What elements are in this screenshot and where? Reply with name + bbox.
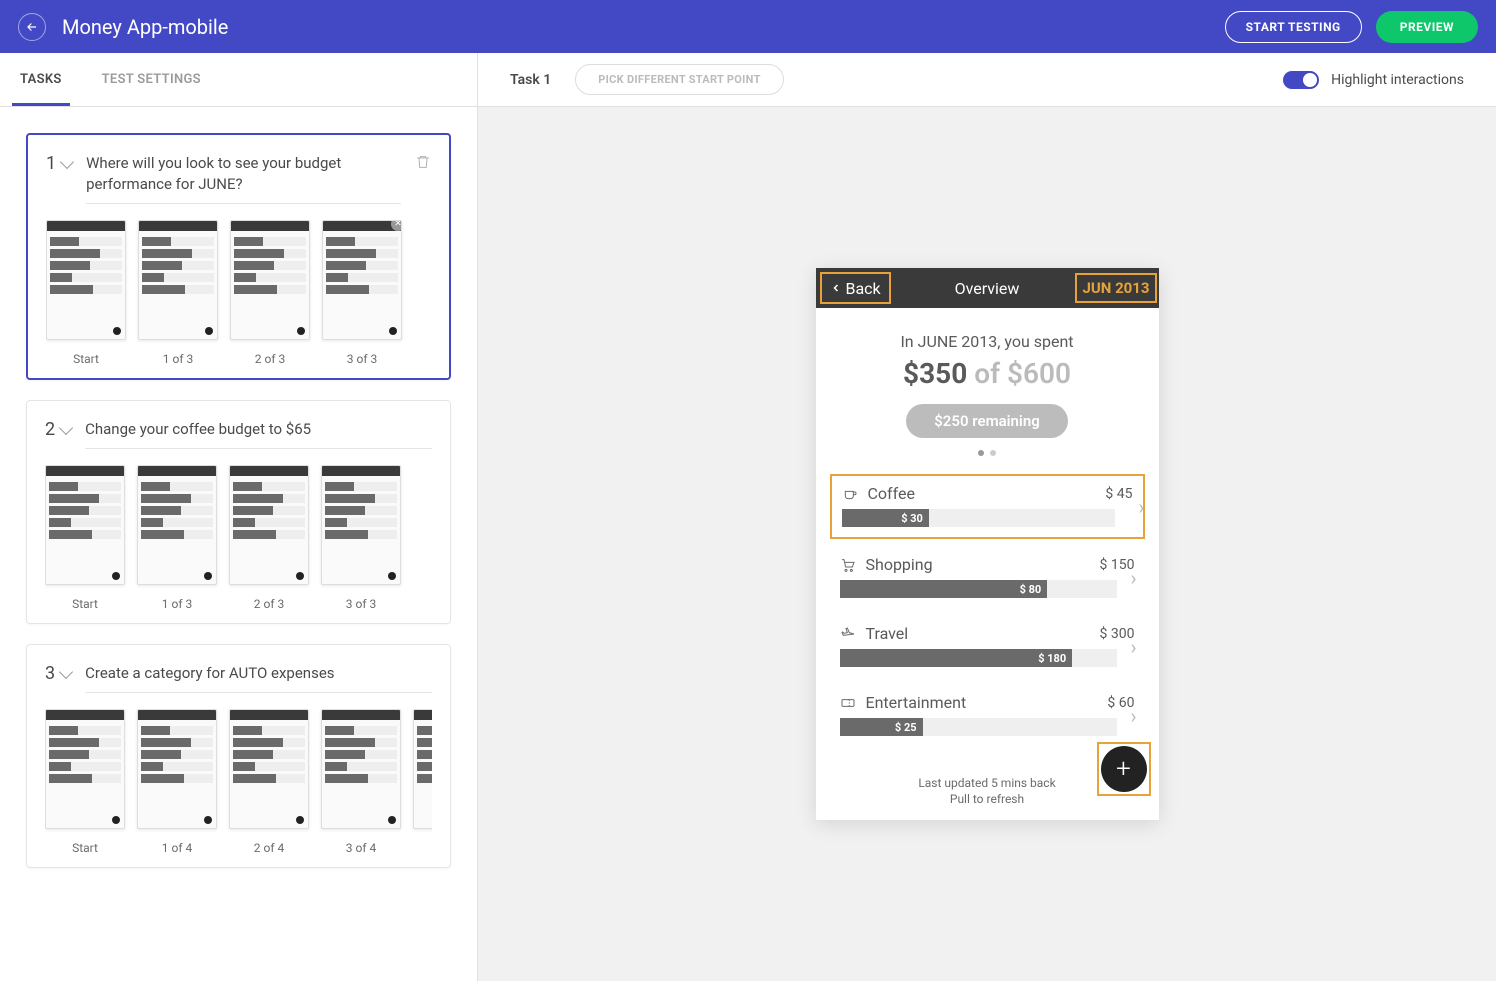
chevron-down-icon <box>59 664 73 678</box>
category-budget: $ 45 <box>1105 486 1132 502</box>
cart-icon <box>840 557 856 573</box>
chevron-down-icon <box>59 420 73 434</box>
task-card[interactable]: 1 Where will you look to see your budget… <box>26 133 451 380</box>
screen-thumbnail[interactable]: 1 of 4 <box>137 709 217 855</box>
task-number[interactable]: 2 <box>45 419 71 440</box>
screen-thumbnail[interactable]: 1 of 3 <box>138 220 218 366</box>
category-budget: $ 150 <box>1100 557 1135 573</box>
thumbnail-label: 2 of 3 <box>230 352 310 366</box>
remaining-badge: $250 remaining <box>906 404 1068 438</box>
ticket-icon <box>840 695 856 711</box>
chevron-right-icon[interactable]: › <box>1138 495 1144 519</box>
amount-spent: $350 <box>903 357 967 390</box>
plane-icon <box>840 626 856 642</box>
screen-thumbnail[interactable]: 4 of <box>413 709 432 855</box>
screen-thumbnail[interactable]: Start <box>45 465 125 611</box>
task-number[interactable]: 3 <box>45 663 71 684</box>
screen-thumbnail[interactable]: 2 of 3 <box>230 220 310 366</box>
thumbnail-label: 4 of <box>413 841 432 855</box>
progress-bar: $ 30 <box>842 509 1115 527</box>
screen-thumbnail[interactable]: 2 of 3 <box>229 465 309 611</box>
task-card[interactable]: 2 Change your coffee budget to $65 Start 1… <box>26 400 451 624</box>
category-name: Entertainment <box>866 693 1098 712</box>
screen-thumbnail[interactable]: 1 of 3 <box>137 465 217 611</box>
phone-date-button[interactable]: JUN 2013 <box>1075 273 1156 303</box>
highlight-toggle[interactable] <box>1283 71 1319 89</box>
thumbnail-label: 3 of 3 <box>322 352 402 366</box>
phone-back-label: Back <box>846 279 881 298</box>
amount-of: of <box>967 357 1007 390</box>
highlight-label: Highlight interactions <box>1331 72 1464 88</box>
thumbnail-label: 1 of 3 <box>137 597 217 611</box>
category-row[interactable]: Travel $ 300 $ 180 › <box>830 616 1145 677</box>
current-task-label: Task 1 <box>510 72 551 88</box>
screen-thumbnail[interactable]: ✕ 3 of 3 <box>322 220 402 366</box>
cup-icon <box>842 486 858 502</box>
tab-test-settings[interactable]: TEST SETTINGS <box>102 53 201 106</box>
plus-icon: + <box>1101 746 1147 792</box>
task-question: Create a category for AUTO expenses <box>85 663 432 693</box>
preview-area: Back Overview JUN 2013 In JUNE 2013, you… <box>478 107 1496 981</box>
chevron-right-icon[interactable]: › <box>1130 566 1136 590</box>
phone-title: Overview <box>955 279 1020 298</box>
delete-icon[interactable] <box>415 153 431 175</box>
thumbnail-label: Start <box>45 841 125 855</box>
close-icon[interactable]: ✕ <box>391 220 402 231</box>
add-button[interactable]: + <box>1097 742 1151 796</box>
tab-tasks[interactable]: TASKS <box>20 53 62 106</box>
progress-bar: $ 80 <box>840 580 1117 598</box>
category-name: Travel <box>866 624 1090 643</box>
screen-thumbnail[interactable]: Start <box>45 709 125 855</box>
amount-line: $350 of $600 <box>830 357 1145 390</box>
task-question: Change your coffee budget to $65 <box>85 419 432 449</box>
pick-start-point-button[interactable]: PICK DIFFERENT START POINT <box>575 64 783 95</box>
amount-budget: $600 <box>1007 357 1071 390</box>
chevron-right-icon[interactable]: › <box>1130 635 1136 659</box>
thumbnail-label: 1 of 4 <box>137 841 217 855</box>
phone-back-button[interactable]: Back <box>820 272 891 304</box>
thumbnail-label: 2 of 3 <box>229 597 309 611</box>
back-button[interactable] <box>18 13 46 41</box>
spent-summary-line: In JUNE 2013, you spent <box>830 332 1145 351</box>
task-number[interactable]: 1 <box>46 153 72 174</box>
thumbnail-label: Start <box>46 352 126 366</box>
category-row[interactable]: Entertainment$ 60$ 25› <box>830 685 1145 746</box>
chevron-down-icon <box>60 154 74 168</box>
screen-thumbnail[interactable]: 3 of 3 <box>321 465 401 611</box>
thumbnail-label: 2 of 4 <box>229 841 309 855</box>
start-testing-button[interactable]: START TESTING <box>1225 11 1362 43</box>
category-row[interactable]: Shopping $ 150 $ 80 › <box>830 547 1145 608</box>
preview-button[interactable]: PREVIEW <box>1376 11 1478 43</box>
screen-thumbnail[interactable]: 3 of 4 <box>321 709 401 855</box>
page-title: Money App-mobile <box>62 15 228 39</box>
top-bar: Money App-mobile START TESTING PREVIEW <box>0 0 1496 53</box>
progress-bar: $ 180 <box>840 649 1117 667</box>
category-name: Coffee <box>868 484 1096 503</box>
category-budget: $ 300 <box>1100 626 1135 642</box>
left-panel: TASKS TEST SETTINGS 1 Where will you loo… <box>0 53 478 981</box>
chevron-right-icon[interactable]: › <box>1130 704 1136 728</box>
thumbnail-label: 1 of 3 <box>138 352 218 366</box>
screen-thumbnail[interactable]: 2 of 4 <box>229 709 309 855</box>
tasks-list: 1 Where will you look to see your budget… <box>0 107 477 981</box>
right-panel: Task 1 PICK DIFFERENT START POINT Highli… <box>478 53 1496 981</box>
phone-preview: Back Overview JUN 2013 In JUNE 2013, you… <box>816 268 1159 820</box>
screen-thumbnail[interactable]: Start <box>46 220 126 366</box>
task-question: Where will you look to see your budget p… <box>86 153 401 204</box>
category-row[interactable]: Coffee $ 45 $ 30 › <box>830 474 1145 539</box>
thumbnail-label: 3 of 3 <box>321 597 401 611</box>
task-card[interactable]: 3 Create a category for AUTO expenses Sta… <box>26 644 451 868</box>
progress-bar: $ 25 <box>840 718 1117 736</box>
page-dots <box>830 450 1145 456</box>
thumbnail-label: 3 of 4 <box>321 841 401 855</box>
thumbnail-label: Start <box>45 597 125 611</box>
category-name: Shopping <box>866 555 1090 574</box>
